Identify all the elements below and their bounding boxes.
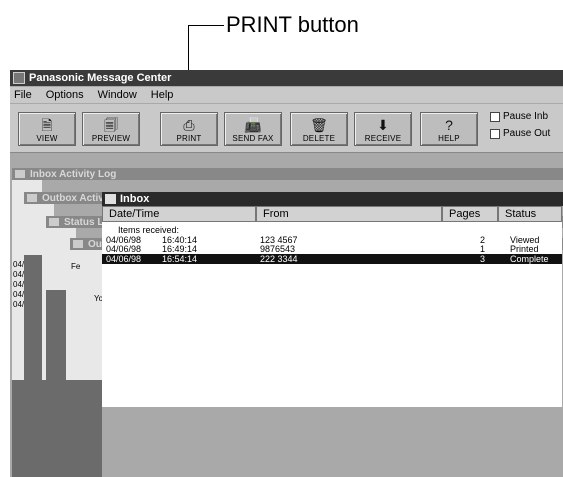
row-pages: 3 xyxy=(480,254,486,264)
row-date: 04/06/98 xyxy=(106,254,142,264)
window-icon xyxy=(15,170,25,178)
log-date-stub: 04/ xyxy=(13,300,25,309)
row-pages: 1 xyxy=(480,244,486,254)
pause-outbox-checkbox[interactable]: Pause Out xyxy=(490,128,550,139)
column-header-datetime[interactable]: Date/Time xyxy=(102,206,256,222)
view-button[interactable]: 🗎 VIEW xyxy=(18,112,76,146)
menu-window[interactable]: Window xyxy=(98,89,137,101)
inbox-window-titlebar[interactable]: Inbox xyxy=(102,192,563,206)
receive-icon: ⬇ xyxy=(377,117,389,133)
column-header-pages[interactable]: Pages xyxy=(442,206,498,222)
items-received-label: Items received: xyxy=(118,225,180,235)
column-header-from[interactable]: From xyxy=(256,206,442,222)
row-time: 16:49:14 xyxy=(162,244,198,254)
checkbox-box xyxy=(490,128,500,139)
window-icon xyxy=(27,194,37,202)
table-row-selected[interactable]: 04/06/98 16:54:14 222 3344 3 Complete xyxy=(102,254,562,264)
app-titlebar: Panasonic Message Center xyxy=(10,70,563,86)
row-status: Printed xyxy=(510,244,539,254)
pause-inbox-checkbox[interactable]: Pause Inb xyxy=(490,111,548,122)
inbox-window-body: Date/Time From Pages Status Items receiv… xyxy=(102,206,562,407)
menu-bar: File Options Window Help xyxy=(10,87,563,103)
window-icon xyxy=(49,218,59,226)
print-button-callout: PRINT button xyxy=(226,12,359,37)
inbox-column-headers: Date/Time From Pages Status xyxy=(102,206,562,222)
preview-button[interactable]: 🗐 PREVIEW xyxy=(82,112,140,146)
receive-button[interactable]: ⬇ RECEIVE xyxy=(354,112,412,146)
app-title: Panasonic Message Center xyxy=(29,72,172,84)
delete-icon: 🗑 xyxy=(310,117,328,133)
send-fax-icon: 📠 xyxy=(244,117,262,133)
app-icon xyxy=(13,72,25,84)
checkbox-box xyxy=(490,111,500,122)
row-date: 04/06/98 xyxy=(106,244,142,254)
help-icon: ? xyxy=(445,117,453,133)
window-shadow xyxy=(12,380,102,477)
log-date-stub: 04/ xyxy=(13,290,25,299)
log-date-stub: 04/ xyxy=(13,280,25,289)
window-icon xyxy=(73,240,83,248)
log-date-stub: 04/ xyxy=(13,260,25,269)
menu-options[interactable]: Options xyxy=(46,89,84,101)
help-button[interactable]: ? HELP xyxy=(420,112,478,146)
inbox-window-icon xyxy=(105,194,116,204)
preview-icon: 🗐 xyxy=(104,117,118,133)
fax-text-stub: Fe xyxy=(71,262,81,271)
row-status: Complete xyxy=(510,254,549,264)
log-date-stub: 04/ xyxy=(13,270,25,279)
row-from: 222 3344 xyxy=(260,254,298,264)
table-row[interactable]: 04/06/98 16:49:14 9876543 1 Printed xyxy=(102,244,562,254)
column-header-status[interactable]: Status xyxy=(498,206,562,222)
menu-help[interactable]: Help xyxy=(151,89,174,101)
document-icon: 🗎 xyxy=(41,117,53,133)
printer-icon: ⎙ xyxy=(183,117,195,133)
menu-file[interactable]: File xyxy=(14,89,32,101)
inbox-activity-log-titlebar[interactable]: Inbox Activity Log xyxy=(12,168,563,180)
row-time: 16:54:14 xyxy=(162,254,198,264)
row-from: 9876543 xyxy=(260,244,296,254)
print-button[interactable]: ⎙ PRINT xyxy=(160,112,218,146)
delete-button[interactable]: 🗑 DELETE xyxy=(290,112,348,146)
toolbar: 🗎 VIEW 🗐 PREVIEW ⎙ PRINT 📠 SEND FAX 🗑 DE… xyxy=(10,104,563,153)
callout-leader-horizontal xyxy=(188,25,224,26)
send-fax-button[interactable]: 📠 SEND FAX xyxy=(224,112,282,146)
